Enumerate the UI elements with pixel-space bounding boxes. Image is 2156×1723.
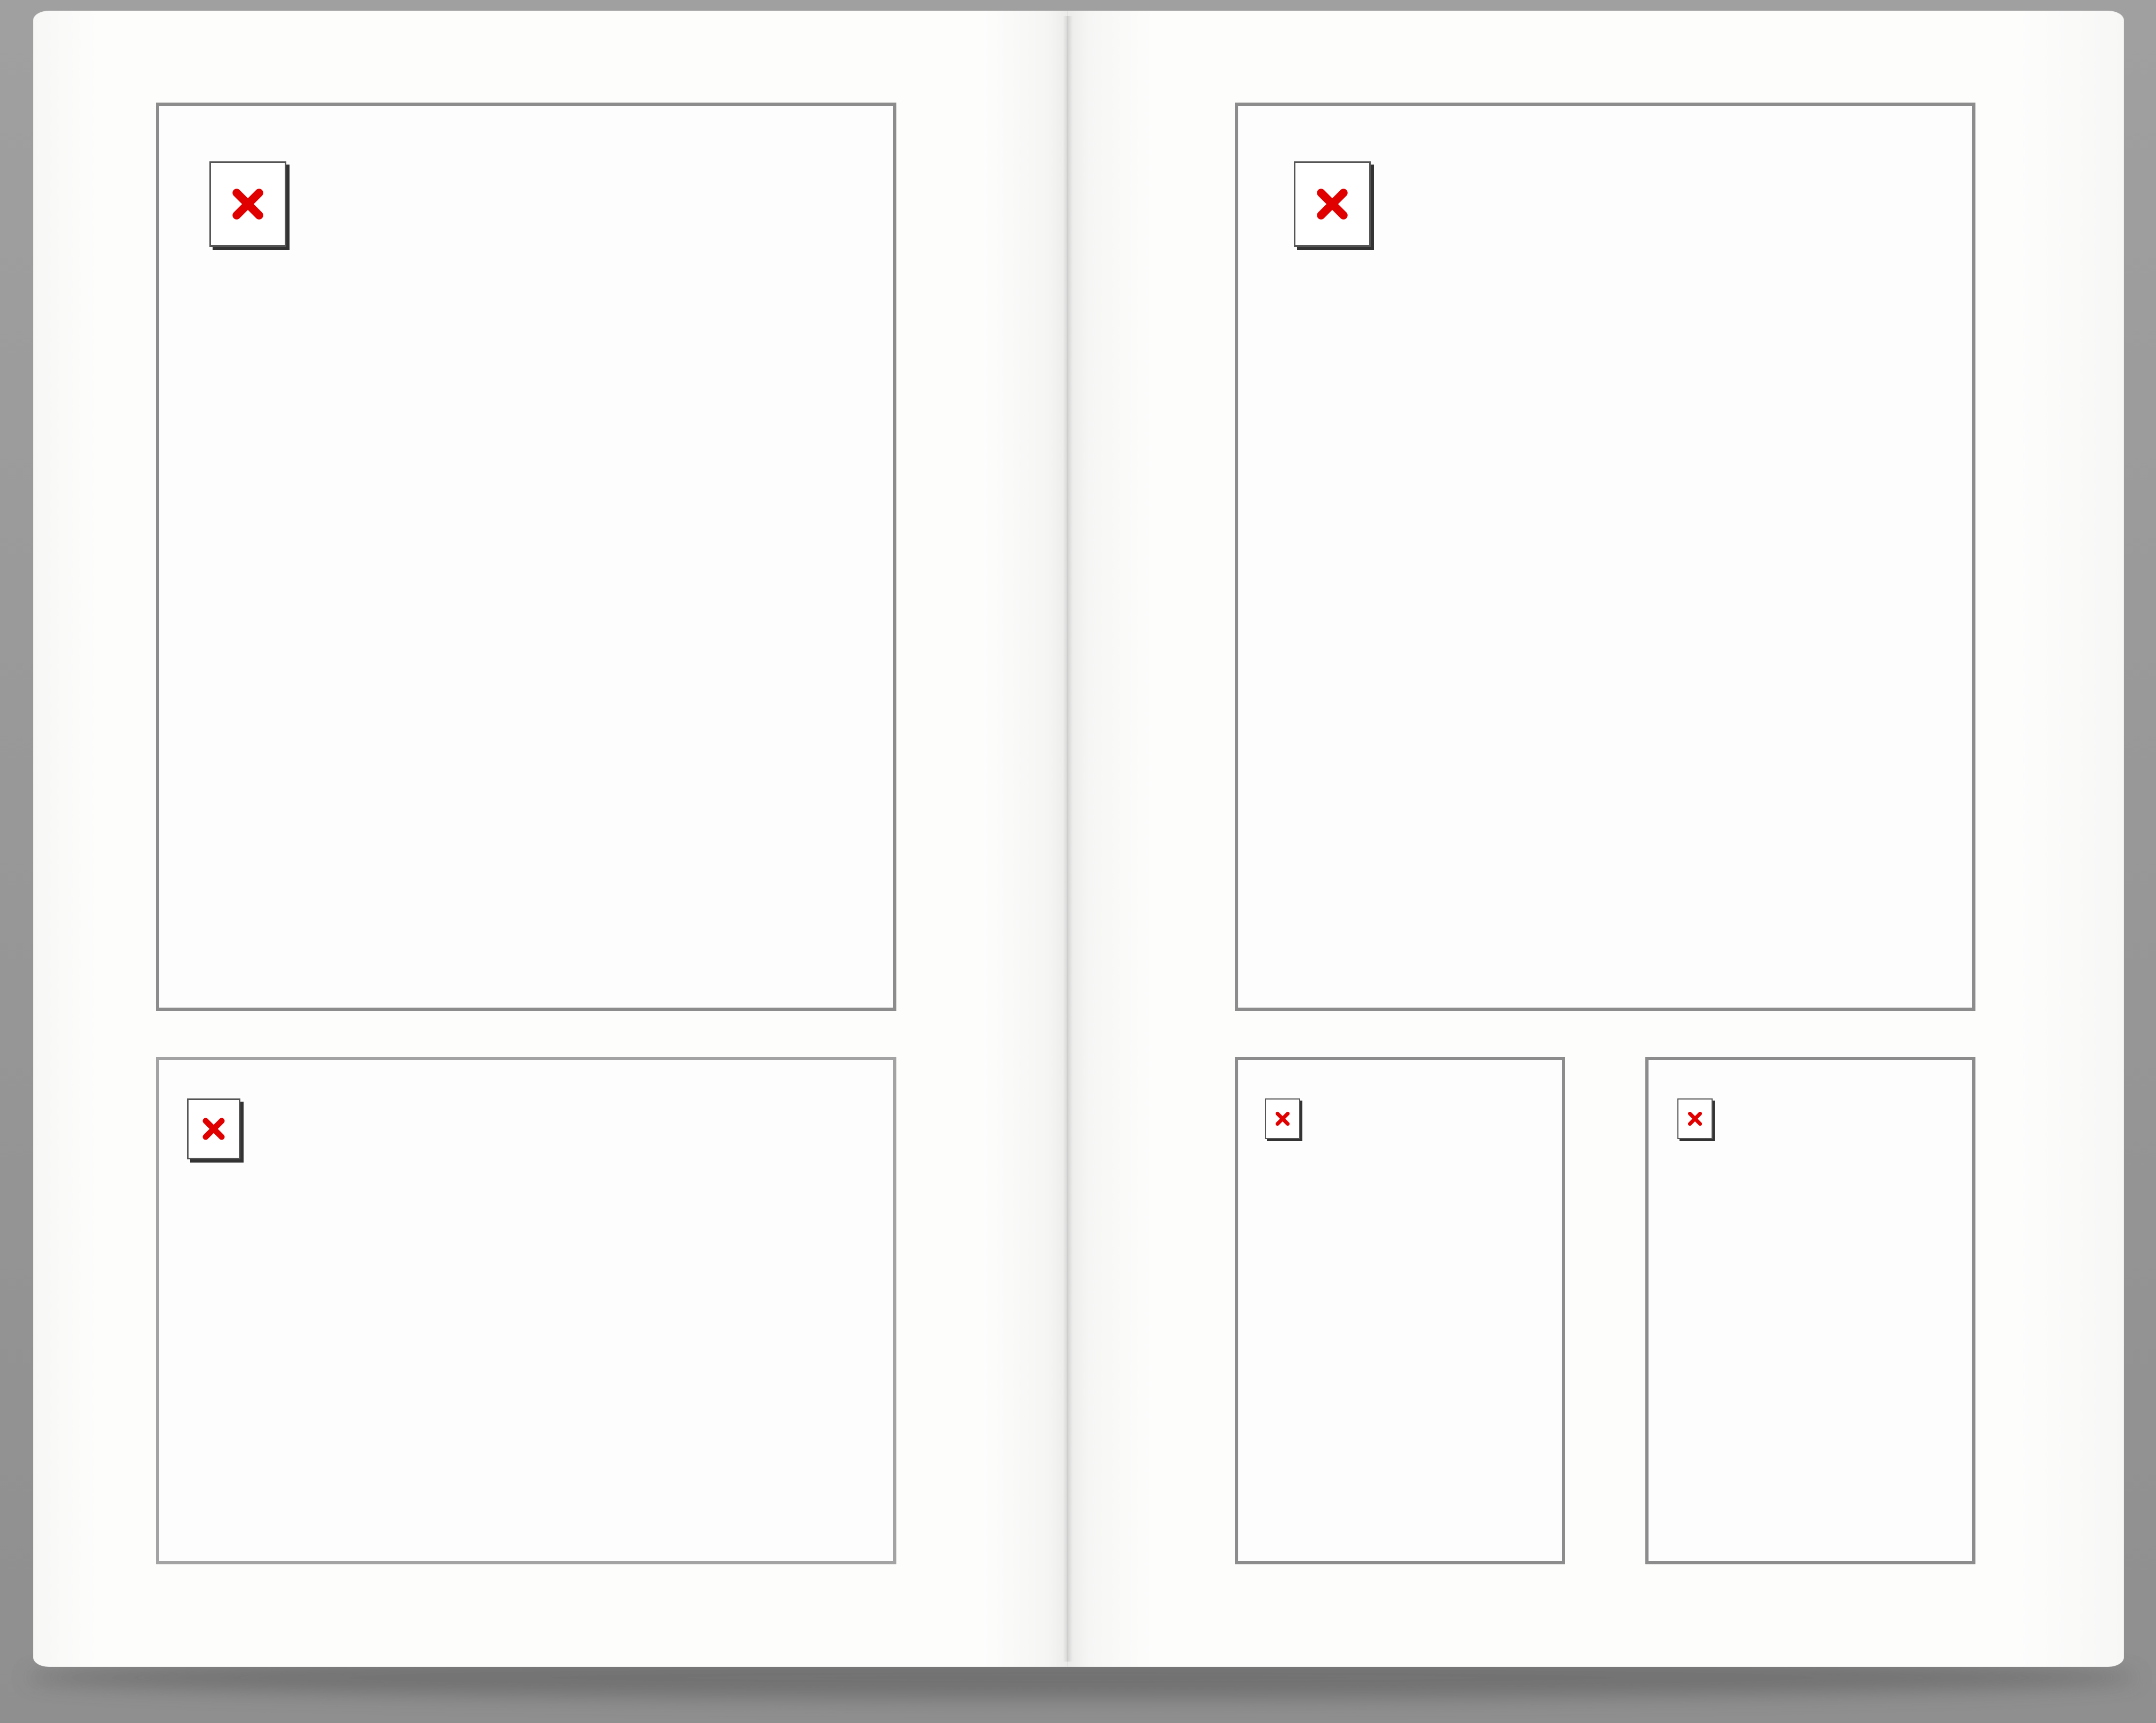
- broken-image-icon: [1265, 1098, 1300, 1139]
- broken-image-icon: [1294, 161, 1371, 247]
- image-frame-left-bottom: [156, 1057, 896, 1564]
- broken-image-icon: [209, 161, 286, 247]
- broken-image-icon: [187, 1098, 240, 1159]
- book-mockup-scene: [0, 0, 2156, 1723]
- broken-image-icon: [1677, 1098, 1713, 1139]
- book-gutter: [1063, 16, 1073, 1662]
